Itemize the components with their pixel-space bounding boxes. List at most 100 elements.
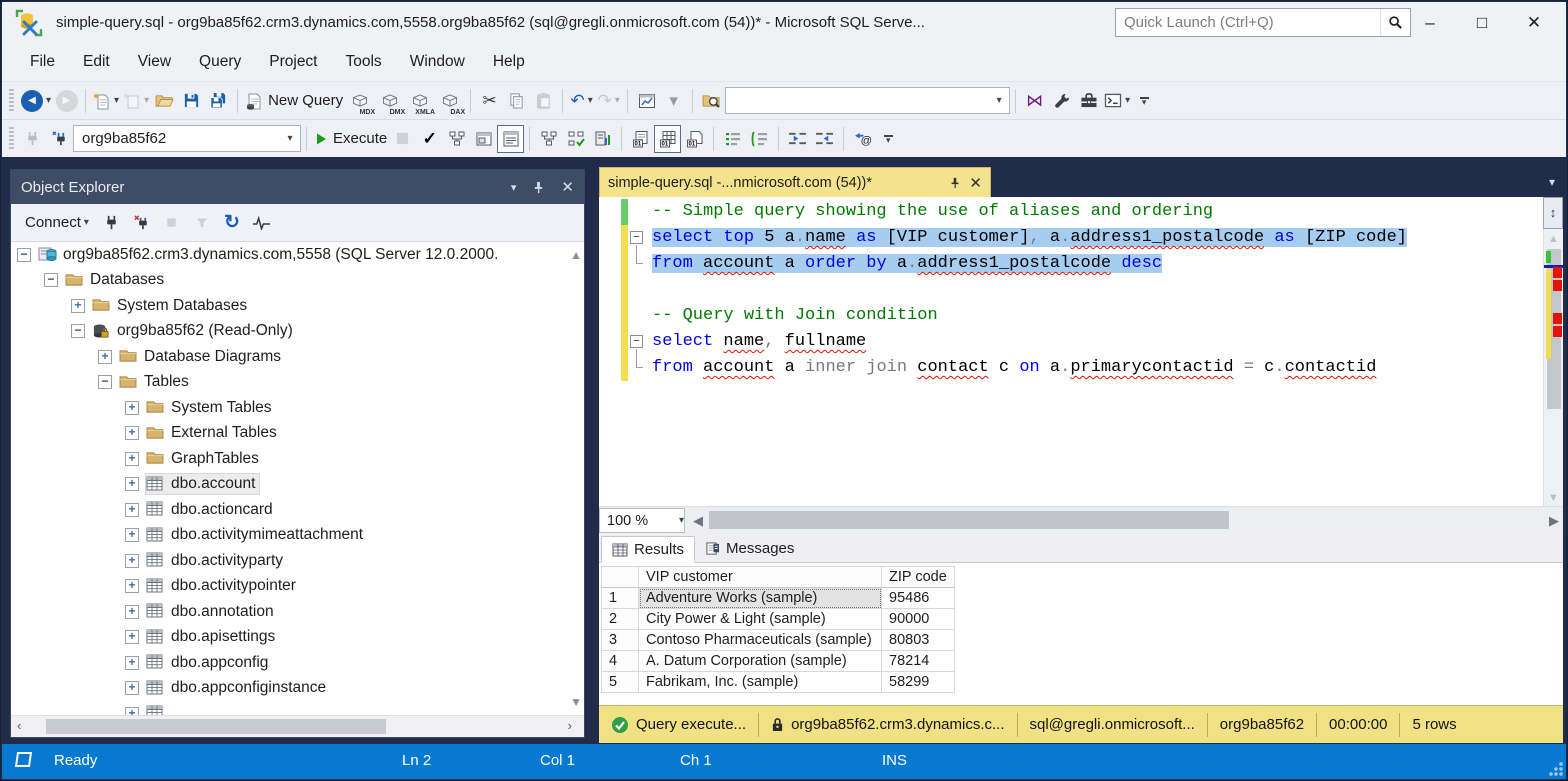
refresh-icon[interactable]: ↻ [219, 210, 245, 236]
tree-item-org9ba85f62-read-only-[interactable]: −org9ba85f62 (Read-Only) [11, 319, 566, 345]
editor-line-6[interactable]: −select name, fullname [599, 329, 1543, 355]
collapse-icon[interactable]: − [71, 324, 85, 338]
splitter-handle-icon[interactable]: ↕ [1543, 197, 1563, 229]
estimated-plan-button[interactable] [443, 125, 470, 153]
scroll-left-icon[interactable]: ‹ [17, 718, 21, 733]
collapse-icon[interactable]: − [98, 375, 112, 389]
copy-button[interactable] [503, 87, 530, 115]
editor-line-4[interactable] [599, 277, 1543, 303]
chevron-down-icon[interactable]: ▾ [989, 95, 1009, 106]
cell-zip-code[interactable]: 78214 [882, 651, 955, 672]
object-explorer-header[interactable]: Object Explorer ▾ ✕ [11, 170, 584, 204]
grid-row[interactable]: 3Contoso Pharmaceuticals (sample)80803 [602, 630, 955, 651]
find-in-files-button[interactable] [698, 87, 725, 115]
intellisense-button[interactable] [497, 125, 524, 153]
tree-item-dbo-appconfig[interactable]: +dbo.appconfig [11, 650, 566, 676]
expand-icon[interactable]: + [125, 528, 139, 542]
expand-icon[interactable]: + [125, 452, 139, 466]
new-query-button[interactable]: New Query [243, 87, 345, 115]
expand-icon[interactable]: + [125, 681, 139, 695]
editor-scroll-down[interactable]: ▼ [1544, 492, 1563, 504]
tree-item-dbo-activitymimeattachment[interactable]: +dbo.activitymimeattachment [11, 523, 566, 549]
chevron-down-icon[interactable]: ▾ [46, 95, 51, 106]
expand-icon[interactable]: + [98, 350, 112, 364]
quick-launch-box[interactable] [1115, 8, 1411, 37]
row-number-cell[interactable]: 1 [602, 588, 639, 609]
tree-item-dbo-activityparty[interactable]: +dbo.activityparty [11, 548, 566, 574]
new-file-button[interactable]: ▾ [91, 87, 121, 115]
quick-launch-input[interactable] [1116, 14, 1380, 31]
editor-vertical-scrollbar[interactable]: ↕ ▲ ▼ [1543, 197, 1563, 506]
activity-monitor-button[interactable] [633, 87, 660, 115]
tree-item-dbo-appconfiginstance[interactable]: +dbo.appconfiginstance [11, 676, 566, 702]
database-combo[interactable]: org9ba85f62▾ [73, 125, 301, 152]
expand-icon[interactable]: + [125, 503, 139, 517]
editor-line-1[interactable]: -- Simple query showing the use of alias… [599, 199, 1543, 225]
toolbar-grip[interactable] [9, 89, 14, 113]
collapse-region-icon[interactable]: − [630, 335, 643, 348]
oe-stop-icon[interactable] [159, 210, 185, 236]
cell-vip-customer[interactable]: Contoso Pharmaceuticals (sample) [639, 630, 882, 651]
scroll-left-icon[interactable]: ◀ [693, 513, 703, 529]
collapse-region-icon[interactable]: − [630, 231, 643, 244]
editor-tab[interactable]: simple-query.sql -...nmicrosoft.com (54)… [599, 167, 991, 197]
cell-vip-customer[interactable]: Adventure Works (sample) [639, 588, 882, 609]
grid-row[interactable]: 1Adventure Works (sample)95486 [602, 588, 955, 609]
tree-item-dbo-account[interactable]: +dbo.account [11, 472, 566, 498]
menu-file[interactable]: File [16, 47, 69, 77]
grid-row[interactable]: 5Fabrikam, Inc. (sample)58299 [602, 672, 955, 693]
execute-button[interactable]: Execute [312, 125, 389, 153]
menu-edit[interactable]: Edit [69, 47, 124, 77]
expand-icon[interactable]: + [125, 477, 139, 491]
editor-line-5[interactable]: -- Query with Join condition [599, 303, 1543, 329]
grid-corner-cell[interactable] [602, 567, 639, 588]
vs-launcher-button[interactable]: ⋈ [1021, 87, 1048, 115]
scroll-right-icon[interactable]: ▶ [1549, 513, 1559, 529]
decrease-indent-button[interactable] [784, 125, 811, 153]
scrollbar-thumb[interactable] [46, 719, 386, 734]
tree-item-org9ba85f62-crm3-dynamics-com-5558-sql-server-12-0-2000-[interactable]: −org9ba85f62.crm3.dynamics.com,5558 (SQL… [11, 242, 566, 268]
editor-line-2[interactable]: −select top 5 a.name as [VIP customer], … [599, 225, 1543, 251]
tree-item-external-tables[interactable]: +External Tables [11, 421, 566, 447]
cell-zip-code[interactable]: 80803 [882, 630, 955, 651]
chevron-down-icon[interactable]: ▾ [280, 133, 300, 144]
tab-close-icon[interactable]: ✕ [969, 174, 982, 192]
back-button[interactable]: ◀▾ [19, 87, 53, 115]
tree-item-dbo-annotation[interactable]: +dbo.annotation [11, 599, 566, 625]
oe-disconnect-icon[interactable] [129, 210, 155, 236]
toolbox-button[interactable] [1075, 87, 1102, 115]
tree-item-dbo-activitypointer[interactable]: +dbo.activitypointer [11, 574, 566, 600]
chevron-down-icon[interactable]: ▾ [114, 95, 119, 106]
expand-icon[interactable]: + [125, 656, 139, 670]
panel-menu-icon[interactable]: ▾ [511, 181, 517, 194]
results-to-text-button[interactable]: 01 [627, 125, 654, 153]
document-list-dropdown-icon[interactable]: ▾ [1549, 175, 1555, 189]
pin-icon[interactable] [532, 181, 545, 194]
menu-query[interactable]: Query [185, 47, 255, 77]
tree-horizontal-scrollbar[interactable]: ‹ › [11, 715, 584, 737]
expand-icon[interactable]: + [125, 630, 139, 644]
expand-icon[interactable]: + [125, 554, 139, 568]
row-number-cell[interactable]: 2 [602, 609, 639, 630]
tree-item-database-diagrams[interactable]: +Database Diagrams [11, 344, 566, 370]
new-mdx-query-button[interactable]: MDX [345, 87, 375, 115]
tree-item-databases[interactable]: −Databases [11, 268, 566, 294]
toolbar-grip[interactable] [9, 127, 14, 151]
menu-window[interactable]: Window [396, 47, 479, 77]
tree-item-system-databases[interactable]: +System Databases [11, 293, 566, 319]
filter-icon[interactable] [189, 210, 215, 236]
column-header-vip-customer[interactable]: VIP customer [639, 567, 882, 588]
toolbar-overflow-button[interactable]: ▾ [880, 135, 896, 143]
column-header-zip-code[interactable]: ZIP code [882, 567, 955, 588]
menu-project[interactable]: Project [255, 47, 331, 77]
wrench-button[interactable] [1048, 87, 1075, 115]
results-to-file-button[interactable]: 01 [681, 125, 708, 153]
oe-connect-icon[interactable] [99, 210, 125, 236]
cell-vip-customer[interactable]: City Power & Light (sample) [639, 609, 882, 630]
tree-item-dbo-actioncard[interactable]: +dbo.actioncard [11, 497, 566, 523]
chevron-down-icon[interactable]: ▾ [1125, 95, 1130, 106]
new-dax-query-button[interactable]: DAX [435, 87, 465, 115]
parse-button[interactable]: ✓ [416, 125, 443, 153]
resize-grip[interactable] [1549, 762, 1563, 776]
chevron-down-icon[interactable]: ▾ [144, 95, 149, 106]
